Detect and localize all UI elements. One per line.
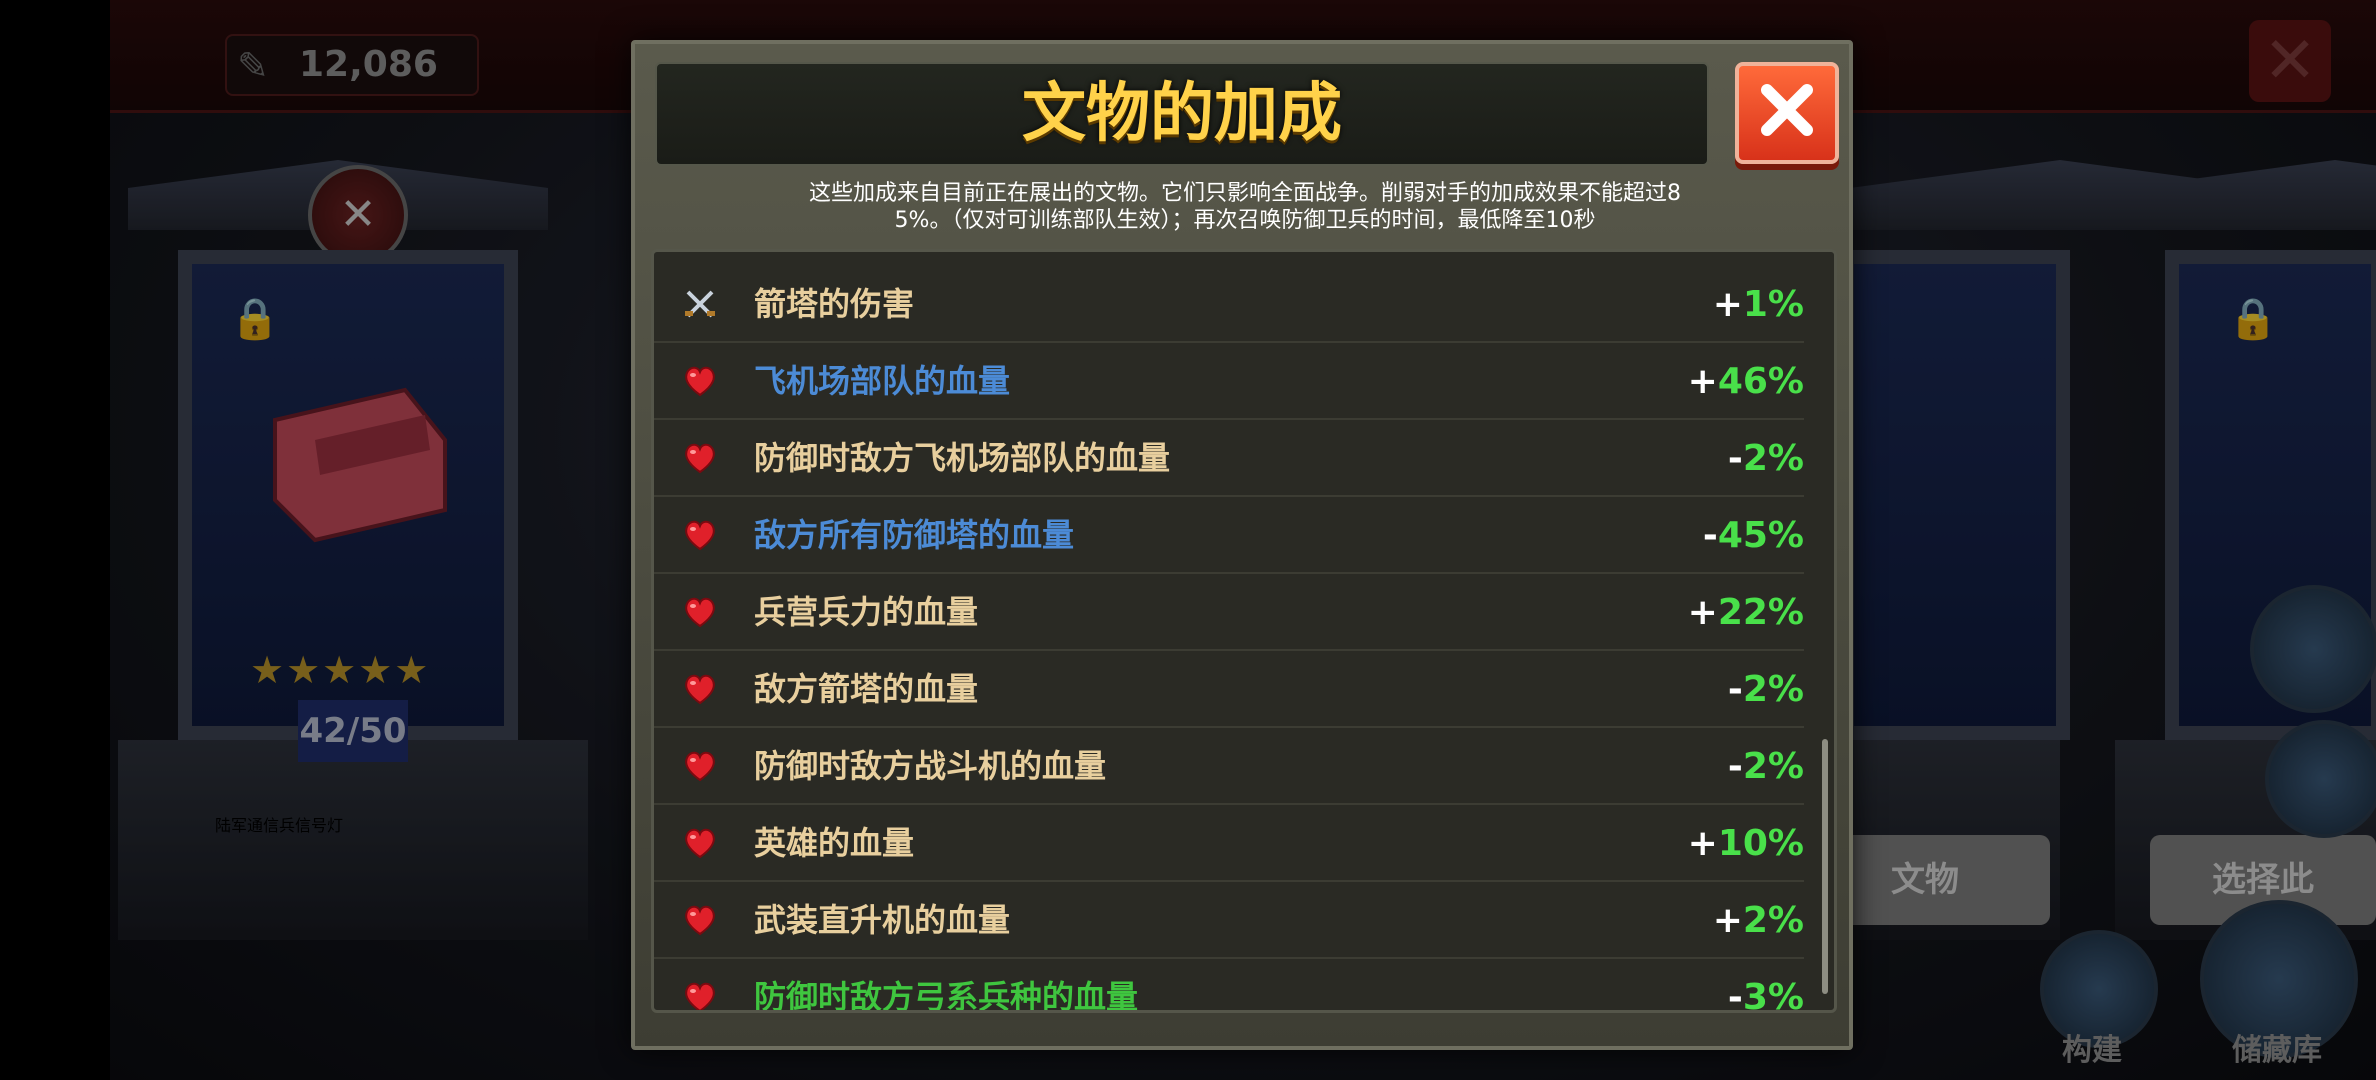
- heart-icon: [682, 979, 718, 1010]
- heart-icon: [682, 363, 718, 399]
- bonus-name: 敌方箭塔的血量: [754, 670, 979, 708]
- heart-icon: [682, 594, 718, 630]
- bonus-percent: 2%: [1742, 900, 1804, 941]
- description-line-2: 5%。（仅对可训练部队生效）；再次召唤防御卫兵的时间，最低降至10秒: [894, 208, 1596, 233]
- bonus-value: +2%: [1713, 882, 1804, 959]
- bonus-row: 英雄的血量 +10%: [654, 805, 1804, 882]
- bonus-sign: +: [1712, 284, 1743, 325]
- bonus-value: -2%: [1728, 651, 1804, 728]
- bonus-percent: 46%: [1717, 361, 1804, 402]
- bonus-name: 兵营兵力的血量: [754, 593, 979, 631]
- bonus-percent: 2%: [1742, 438, 1804, 479]
- bonus-percent: 1%: [1742, 284, 1804, 325]
- bonus-value: +1%: [1713, 266, 1804, 343]
- bonus-row: 飞机场部队的血量 +46%: [654, 343, 1804, 420]
- scrollbar[interactable]: [1822, 739, 1828, 994]
- crossed-swords-icon: [682, 286, 718, 322]
- bonus-name: 防御时敌方弓系兵种的血量: [754, 978, 1139, 1013]
- bonus-row: 敌方箭塔的血量 -2%: [654, 651, 1804, 728]
- dialog-description: 这些加成来自目前正在展出的文物。它们只影响全面战争。削弱对手的加成效果不能超过8…: [715, 180, 1775, 234]
- bonus-value: -2%: [1728, 728, 1804, 805]
- bonus-sign: -: [1727, 746, 1743, 787]
- bonus-rows: 箭塔的伤害 +1% 飞机场部队的血量 +46% 防御时敌方飞机场部队的血量 -2% 敌方所有…: [654, 266, 1804, 1013]
- bonus-sign: -: [1727, 977, 1743, 1013]
- bonus-percent: 2%: [1742, 669, 1804, 710]
- bonus-value: +22%: [1688, 574, 1804, 651]
- artifact-bonus-dialog: 文物的加成 这些加成来自目前正在展出的文物。它们只影响全面战争。削弱对手的加成效…: [631, 40, 1853, 1050]
- bonus-name: 箭塔的伤害: [754, 285, 915, 323]
- bonus-row: 箭塔的伤害 +1%: [654, 266, 1804, 343]
- bonus-value: -2%: [1728, 420, 1804, 497]
- bonus-percent: 3%: [1742, 977, 1804, 1013]
- close-icon: [1761, 84, 1813, 136]
- bonus-value: -45%: [1703, 497, 1804, 574]
- bonus-value: +46%: [1688, 343, 1804, 420]
- heart-icon: [682, 671, 718, 707]
- bonus-percent: 2%: [1742, 746, 1804, 787]
- bonus-name: 防御时敌方战斗机的血量: [754, 747, 1107, 785]
- bonus-sign: -: [1702, 515, 1718, 556]
- bonus-percent: 22%: [1717, 592, 1804, 633]
- close-button[interactable]: [1735, 62, 1839, 164]
- bonus-list[interactable]: 箭塔的伤害 +1% 飞机场部队的血量 +46% 防御时敌方飞机场部队的血量 -2% 敌方所有…: [651, 249, 1837, 1013]
- bonus-name: 防御时敌方飞机场部队的血量: [754, 439, 1171, 477]
- game-screen: ✎ 12,086 ✕ ✕ 🔒 ★★★★★ 42/50 陆军通信兵信号灯 🔒 文物…: [0, 0, 2376, 1080]
- bonus-row: 兵营兵力的血量 +22%: [654, 574, 1804, 651]
- description-line-1: 这些加成来自目前正在展出的文物。它们只影响全面战争。削弱对手的加成效果不能超过8: [808, 181, 1681, 206]
- heart-icon: [682, 440, 718, 476]
- bonus-sign: +: [1687, 361, 1718, 402]
- bonus-sign: +: [1687, 592, 1718, 633]
- heart-icon: [682, 902, 718, 938]
- bonus-name: 飞机场部队的血量: [754, 362, 1011, 400]
- heart-icon: [682, 825, 718, 861]
- bonus-name: 武装直升机的血量: [754, 901, 1011, 939]
- bonus-sign: +: [1712, 900, 1743, 941]
- bonus-value: +10%: [1688, 805, 1804, 882]
- bonus-name: 英雄的血量: [754, 824, 915, 862]
- bonus-sign: +: [1687, 823, 1718, 864]
- bonus-sign: -: [1727, 669, 1743, 710]
- bonus-percent: 45%: [1717, 515, 1804, 556]
- bonus-sign: -: [1727, 438, 1743, 479]
- heart-icon: [682, 748, 718, 784]
- bonus-name: 敌方所有防御塔的血量: [754, 516, 1075, 554]
- bonus-value: -3%: [1727, 959, 1804, 1013]
- bonus-row: 防御时敌方飞机场部队的血量 -2%: [654, 420, 1804, 497]
- title-bar: 文物的加成: [655, 62, 1709, 166]
- bonus-row: 武装直升机的血量 +2%: [654, 882, 1804, 959]
- bonus-row: 防御时敌方战斗机的血量 -2%: [654, 728, 1804, 805]
- heart-icon: [682, 517, 718, 553]
- bonus-row: 防御时敌方弓系兵种的血量 -3%: [654, 959, 1804, 1013]
- bonus-row: 敌方所有防御塔的血量 -45%: [654, 497, 1804, 574]
- dialog-title: 文物的加成: [1022, 77, 1342, 151]
- bonus-percent: 10%: [1717, 823, 1804, 864]
